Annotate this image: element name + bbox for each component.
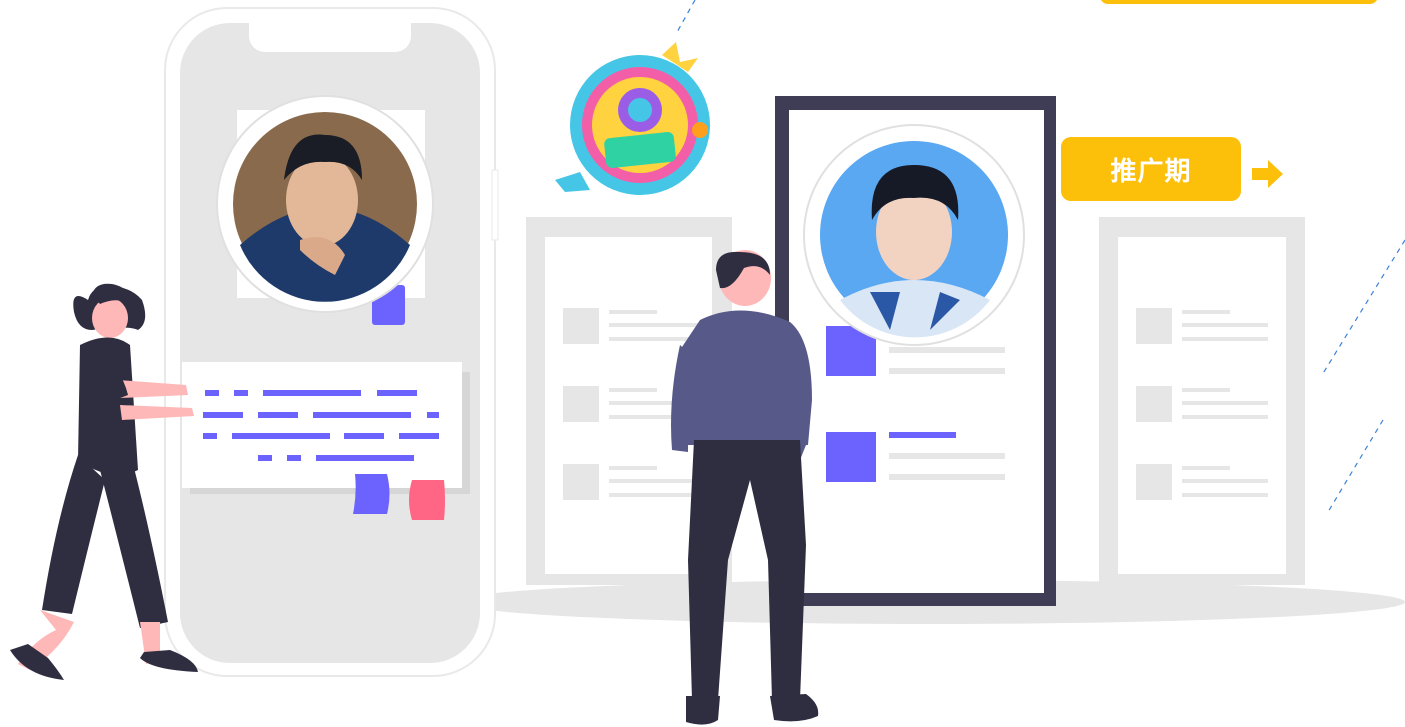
purple-tag bbox=[353, 474, 390, 514]
badge-label: 推广期 bbox=[1110, 156, 1192, 187]
dashed-line bbox=[675, 0, 696, 35]
illustration-scene bbox=[10, 0, 1405, 725]
pink-tag bbox=[409, 480, 445, 520]
dashed-line bbox=[1321, 239, 1405, 376]
promotion-period-badge: 推广期 bbox=[1061, 137, 1241, 201]
avatar-left bbox=[216, 95, 434, 313]
avatar-right bbox=[803, 124, 1025, 346]
background-page-panel bbox=[1099, 217, 1305, 585]
right-arrow-icon bbox=[1252, 160, 1283, 188]
variety-show-logo bbox=[555, 42, 710, 195]
dashed-line bbox=[1327, 419, 1384, 513]
